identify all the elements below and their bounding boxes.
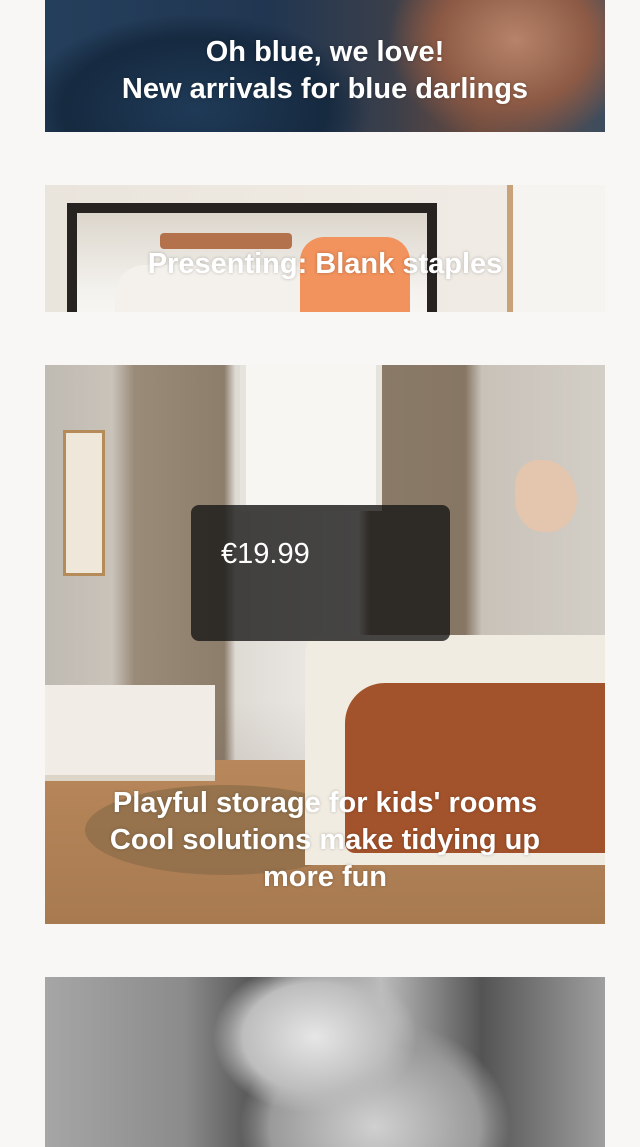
promo-caption: Playful storage for kids' rooms Cool sol… — [45, 785, 605, 896]
promo-subtitle: New arrivals for blue darlings — [121, 73, 529, 105]
promo-title: Playful storage for kids' rooms — [112, 787, 538, 819]
promo-caption: Presenting: Blank staples — [45, 246, 605, 283]
dino-head-decor — [515, 460, 577, 532]
promo-title: Presenting: Blank staples — [147, 248, 503, 280]
promo-subtitle-2: more fun — [262, 861, 388, 893]
promo-card-blank-staples[interactable]: Presenting: Blank staples — [45, 185, 605, 312]
desk-image — [45, 685, 215, 781]
promo-card-kids-storage[interactable]: €19.99 Playful storage for kids' rooms C… — [45, 365, 605, 924]
price-label: €19.99 — [221, 538, 310, 570]
promo-subtitle-1: Cool solutions make tidying up — [109, 824, 541, 856]
promo-caption: Oh blue, we love! New arrivals for blue … — [45, 34, 605, 108]
window-image — [240, 365, 382, 511]
price-tag[interactable]: €19.99 — [191, 505, 450, 641]
promo-card-bw-portrait[interactable] — [45, 977, 605, 1147]
promo-title: Oh blue, we love! — [205, 36, 445, 68]
poster-image — [63, 430, 105, 576]
promo-card-blue-arrivals[interactable]: Oh blue, we love! New arrivals for blue … — [45, 0, 605, 132]
